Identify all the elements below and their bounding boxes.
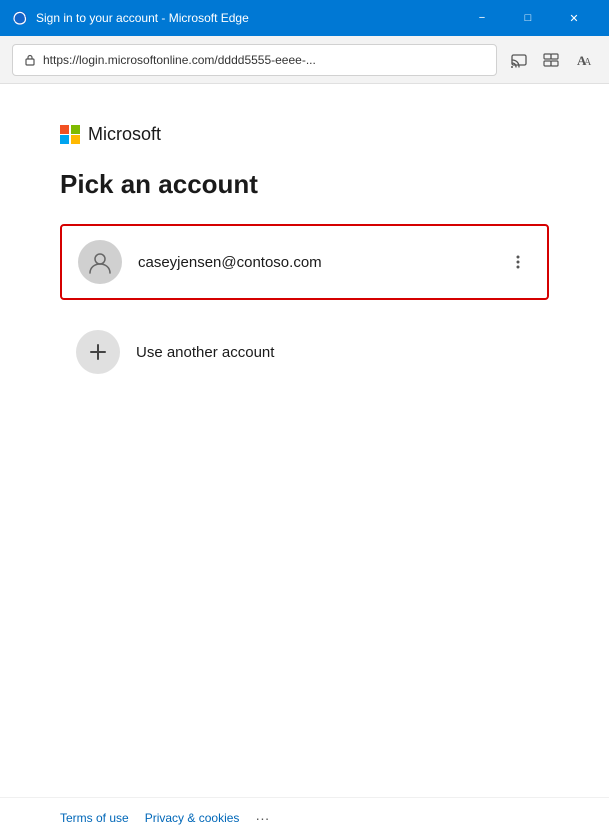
ms-sq-blue [60, 135, 69, 144]
microsoft-name: Microsoft [88, 124, 161, 145]
privacy-link[interactable]: Privacy & cookies [145, 811, 240, 825]
more-vertical-icon [509, 253, 527, 271]
reader-icon-button[interactable]: A A [569, 46, 597, 74]
footer: Terms of use Privacy & cookies ··· [0, 797, 609, 838]
account-item-casey[interactable]: caseyjensen@contoso.com [60, 224, 549, 300]
window-controls: − □ ✕ [459, 0, 597, 36]
close-button[interactable]: ✕ [551, 0, 597, 36]
footer-more-button[interactable]: ··· [255, 810, 269, 826]
url-text: https://login.microsoftonline.com/dddd55… [43, 53, 316, 67]
account-email: caseyjensen@contoso.com [138, 254, 489, 271]
title-bar: Sign in to your account - Microsoft Edge… [0, 0, 609, 36]
tabs-icon-button[interactable] [537, 46, 565, 74]
plus-icon [87, 341, 109, 363]
ms-sq-yellow [71, 135, 80, 144]
microsoft-logo: Microsoft [60, 124, 549, 145]
main-area: Microsoft Pick an account caseyjensen@co… [0, 84, 609, 797]
minimize-button[interactable]: − [459, 0, 505, 36]
other-account-item[interactable]: Use another account [60, 316, 549, 388]
address-bar: https://login.microsoftonline.com/dddd55… [0, 36, 609, 84]
ms-sq-red [60, 125, 69, 134]
user-icon [87, 249, 113, 275]
ms-sq-green [71, 125, 80, 134]
tabs-icon [542, 51, 560, 69]
ms-squares-icon [60, 125, 80, 145]
edge-icon [12, 10, 28, 26]
account-avatar [78, 240, 122, 284]
lock-icon [23, 53, 37, 67]
toolbar-icons: A A [505, 46, 597, 74]
terms-link[interactable]: Terms of use [60, 811, 129, 825]
other-account-label: Use another account [136, 344, 274, 361]
cast-icon [510, 51, 528, 69]
svg-text:A: A [584, 57, 592, 68]
cast-icon-button[interactable] [505, 46, 533, 74]
window-title: Sign in to your account - Microsoft Edge [36, 11, 451, 25]
account-more-button[interactable] [505, 249, 531, 275]
plus-avatar [76, 330, 120, 374]
reader-icon: A A [574, 51, 592, 69]
url-bar[interactable]: https://login.microsoftonline.com/dddd55… [12, 44, 497, 76]
maximize-button[interactable]: □ [505, 0, 551, 36]
page-title: Pick an account [60, 169, 549, 200]
main-content: Microsoft Pick an account caseyjensen@co… [0, 84, 609, 838]
